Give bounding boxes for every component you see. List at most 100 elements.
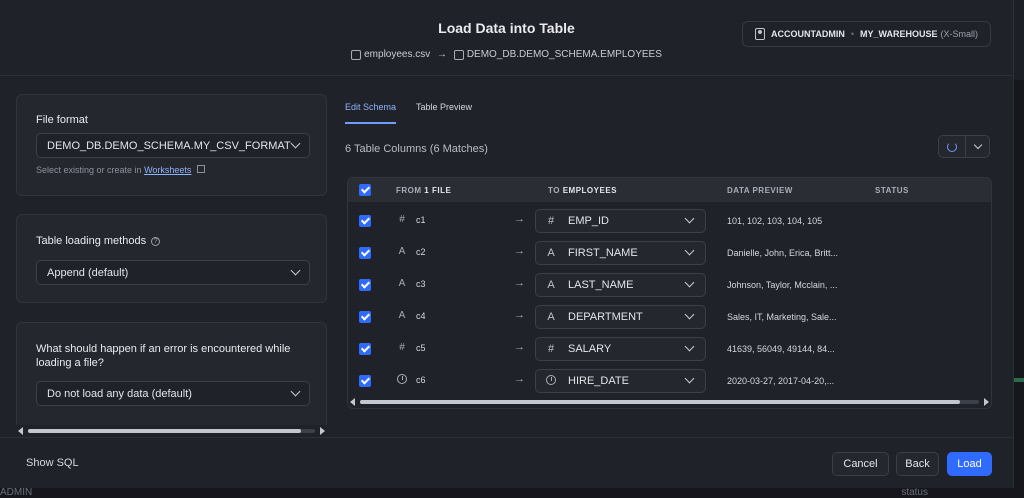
loading-methods-select[interactable]: Append (default) xyxy=(36,260,310,285)
table-row: # c5 → # SALARY 41639, 56049, 49144, 84... xyxy=(348,333,991,365)
table-row: c6 → HIRE_DATE 2020-03-27, 2017-04-20,... xyxy=(348,365,991,397)
schema-panel: Edit Schema Table Preview 6 Table Columns… xyxy=(337,77,1014,437)
refresh-button-group xyxy=(938,135,990,158)
target-type: A xyxy=(544,311,558,323)
refresh-options-button[interactable] xyxy=(966,135,990,158)
target-column-select[interactable]: # SALARY xyxy=(535,337,706,361)
chevron-down-icon xyxy=(290,265,301,276)
row-checkbox[interactable] xyxy=(359,215,371,227)
source-column: c1 xyxy=(416,215,426,225)
row-checkbox[interactable] xyxy=(359,247,371,259)
target-type: A xyxy=(544,279,558,291)
arrow-right-icon: → xyxy=(514,309,525,321)
role-warehouse-selector[interactable]: ACCOUNTADMIN • MY_WAREHOUSE (X-Small) xyxy=(742,21,991,47)
chevron-down-icon xyxy=(290,138,301,149)
row-checkbox[interactable] xyxy=(359,279,371,291)
header-to-prefix: TO xyxy=(548,186,560,195)
arrow-right-icon: → xyxy=(514,277,525,289)
chevron-down-icon xyxy=(684,245,695,256)
number-type-icon: # xyxy=(399,214,405,225)
select-all-checkbox[interactable] xyxy=(359,184,371,196)
scroll-thumb[interactable] xyxy=(360,400,961,404)
table-row: Ac4 → A DEPARTMENT Sales, IT, Marketing, Sal… xyxy=(348,301,991,333)
external-link-icon xyxy=(196,165,205,173)
target-column-value: EMP_ID xyxy=(568,215,609,227)
number-type-icon: # xyxy=(547,215,555,227)
file-format-select[interactable]: DEMO_DB.DEMO_SCHEMA.MY_CSV_FORMAT xyxy=(36,133,310,158)
text-type-icon: A xyxy=(547,311,555,323)
target-column-select[interactable]: A DEPARTMENT xyxy=(535,305,706,329)
source-file-name: employees.csv xyxy=(364,49,431,60)
source-type: A xyxy=(396,278,408,289)
target-type: A xyxy=(544,247,558,259)
columns-summary: 6 Table Columns (6 Matches) xyxy=(345,143,488,155)
tab-edit-schema[interactable]: Edit Schema xyxy=(345,102,397,124)
source-column: c4 xyxy=(416,311,426,321)
on-error-select[interactable]: Do not load any data (default) xyxy=(36,381,310,406)
row-checkbox[interactable] xyxy=(359,343,371,355)
header-to-table: EMPLOYEES xyxy=(562,186,617,195)
text-type-icon: A xyxy=(398,246,406,257)
chevron-down-icon xyxy=(684,373,695,384)
table-row: Ac2 → A FIRST_NAME Danielle, John, Erica, Br… xyxy=(348,237,991,269)
left-panel-scrollbar[interactable] xyxy=(16,427,327,435)
scroll-right-icon[interactable] xyxy=(320,427,325,435)
target-type: # xyxy=(544,343,558,355)
source-column: c5 xyxy=(416,343,426,353)
arrow-right-icon: → xyxy=(514,245,525,257)
header-from: FROM 1 FILE xyxy=(396,186,451,195)
target-column-select[interactable]: # EMP_ID xyxy=(535,209,706,233)
target-column-select[interactable]: A FIRST_NAME xyxy=(535,241,706,265)
tab-table-preview[interactable]: Table Preview xyxy=(416,102,472,124)
cancel-button[interactable]: Cancel xyxy=(832,452,889,476)
target-column-select[interactable]: A LAST_NAME xyxy=(535,273,706,297)
header-data-preview: DATA PREVIEW xyxy=(727,186,793,195)
arrow-right-icon: → xyxy=(514,341,525,353)
tab-bar: Edit Schema Table Preview xyxy=(345,102,472,124)
refresh-button[interactable] xyxy=(938,135,966,158)
target-column-value: LAST_NAME xyxy=(568,279,634,291)
user-icon xyxy=(755,28,765,40)
source-type: # xyxy=(396,342,408,353)
table-header: FROM 1 FILE TO EMPLOYEES DATA PREVIEW ST… xyxy=(348,178,991,202)
show-sql-button[interactable]: Show SQL xyxy=(26,457,79,469)
table-scrollbar[interactable] xyxy=(348,398,991,406)
target-column-value: FIRST_NAME xyxy=(568,247,638,259)
row-checkbox[interactable] xyxy=(359,375,371,387)
back-button[interactable]: Back xyxy=(896,452,939,476)
warehouse-size: (X-Small) xyxy=(940,29,979,39)
chevron-down-icon xyxy=(684,341,695,352)
on-error-card: What should happen if an error is encoun… xyxy=(16,322,327,425)
target-table-name: DEMO_DB.DEMO_SCHEMA.EMPLOYEES xyxy=(466,49,662,60)
table-row: # c1 → # EMP_ID 101, 102, 103, 104, 105 xyxy=(348,205,991,237)
text-type-icon: A xyxy=(547,247,555,259)
target-column-select[interactable]: HIRE_DATE xyxy=(535,369,706,393)
file-format-card: File format DEMO_DB.DEMO_SCHEMA.MY_CSV_F… xyxy=(16,94,327,196)
row-checkbox[interactable] xyxy=(359,311,371,323)
warehouse-name: MY_WAREHOUSE xyxy=(859,29,938,39)
worksheets-link[interactable]: Worksheets xyxy=(144,165,191,175)
loading-methods-value: Append (default) xyxy=(47,266,129,279)
chevron-down-icon xyxy=(290,386,301,397)
on-error-value: Do not load any data (default) xyxy=(47,387,192,400)
text-type-icon: A xyxy=(398,310,406,321)
source-type: # xyxy=(396,214,408,225)
help-icon[interactable]: ? xyxy=(151,236,161,246)
scroll-left-icon[interactable] xyxy=(350,398,355,406)
load-button[interactable]: Load xyxy=(947,452,992,476)
chevron-down-icon xyxy=(973,140,982,150)
data-preview: Danielle, John, Erica, Britt... xyxy=(727,248,839,258)
loading-methods-card: Table loading methods ? Append (default) xyxy=(16,214,327,303)
target-column-value: SALARY xyxy=(568,343,612,355)
scroll-right-icon[interactable] xyxy=(984,398,989,406)
clock-icon xyxy=(546,374,556,385)
loading-methods-label: Table loading methods xyxy=(36,235,147,247)
scroll-thumb[interactable] xyxy=(28,429,301,433)
header-to: TO EMPLOYEES xyxy=(548,186,617,195)
arrow-right-icon: → xyxy=(514,213,525,225)
scroll-left-icon[interactable] xyxy=(18,427,23,435)
header-status: STATUS xyxy=(875,186,909,195)
load-data-dialog: Load Data into Table employees.csv → DEM… xyxy=(0,0,1014,488)
chevron-down-icon xyxy=(684,309,695,320)
target-type: # xyxy=(544,215,558,227)
